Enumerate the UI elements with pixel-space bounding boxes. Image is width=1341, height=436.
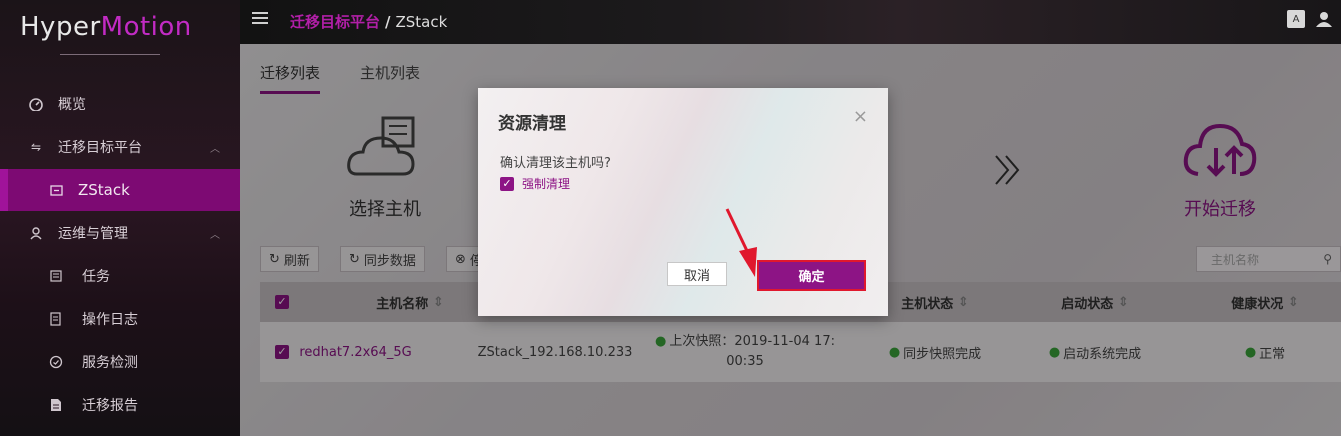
sidebar-item-ops[interactable]: 运维与管理 ︿: [0, 212, 240, 254]
sidebar-item-label: 运维与管理: [58, 226, 128, 242]
logo-divider: [60, 54, 160, 55]
dialog-title: 资源清理: [498, 114, 566, 134]
sidebar-item-label: 服务检测: [82, 355, 138, 371]
top-bar: 迁移目标平台 / ZStack A: [240, 0, 1341, 44]
sidebar-item-label: 操作日志: [82, 312, 138, 328]
folder-icon: [48, 182, 64, 198]
cancel-button[interactable]: 取消: [667, 262, 727, 286]
confirm-button[interactable]: 确定: [757, 260, 866, 291]
chevron-up-icon: ︿: [210, 143, 220, 155]
breadcrumb: 迁移目标平台 / ZStack: [290, 13, 448, 31]
report-icon: [48, 397, 64, 413]
breadcrumb-current: ZStack: [395, 13, 448, 31]
sidebar-item-overview[interactable]: 概览: [0, 83, 240, 125]
sidebar-item-migration-target[interactable]: ⇋ 迁移目标平台 ︿: [0, 126, 240, 168]
force-cleanup-label: 强制清理: [522, 177, 571, 191]
user-icon[interactable]: [1315, 10, 1333, 28]
service-check-icon: [48, 354, 64, 370]
chevron-up-icon: ︿: [210, 229, 220, 241]
task-list-icon: [48, 268, 64, 284]
breadcrumb-link[interactable]: 迁移目标平台: [290, 13, 380, 31]
sidebar-item-logs[interactable]: 操作日志: [0, 298, 240, 340]
sidebar: HyperMotion 概览 ⇋ 迁移目标平台 ︿ ZStack 运维与管理 ︿…: [0, 0, 240, 436]
app-logo: HyperMotion: [20, 12, 192, 42]
sidebar-item-label: 概览: [58, 97, 86, 113]
sidebar-item-report[interactable]: 迁移报告: [0, 384, 240, 426]
swap-icon: ⇋: [30, 140, 42, 154]
sidebar-item-service-check[interactable]: 服务检测: [0, 341, 240, 383]
user-manage-icon: [28, 225, 44, 241]
menu-toggle-icon[interactable]: [252, 12, 268, 26]
force-cleanup-checkbox[interactable]: ✓ 强制清理: [500, 175, 570, 192]
log-icon: [48, 311, 64, 327]
sidebar-item-label: ZStack: [78, 181, 130, 199]
checkbox-checked-icon: ✓: [500, 176, 514, 191]
annotation-arrow-icon: [723, 205, 763, 289]
top-right-tools: A: [1287, 10, 1333, 28]
close-icon[interactable]: ×: [853, 106, 868, 127]
language-icon[interactable]: A: [1287, 10, 1305, 28]
sidebar-item-label: 迁移报告: [82, 398, 138, 414]
resource-cleanup-dialog: 资源清理 × 确认清理该主机吗? ✓ 强制清理 取消 确定: [478, 88, 888, 316]
sidebar-item-label: 任务: [82, 269, 110, 285]
sidebar-item-label: 迁移目标平台: [58, 140, 142, 156]
dialog-message: 确认清理该主机吗?: [500, 156, 611, 171]
dashboard-icon: [28, 96, 44, 112]
sidebar-item-zstack[interactable]: ZStack: [0, 169, 240, 211]
sidebar-item-tasks[interactable]: 任务: [0, 255, 240, 297]
